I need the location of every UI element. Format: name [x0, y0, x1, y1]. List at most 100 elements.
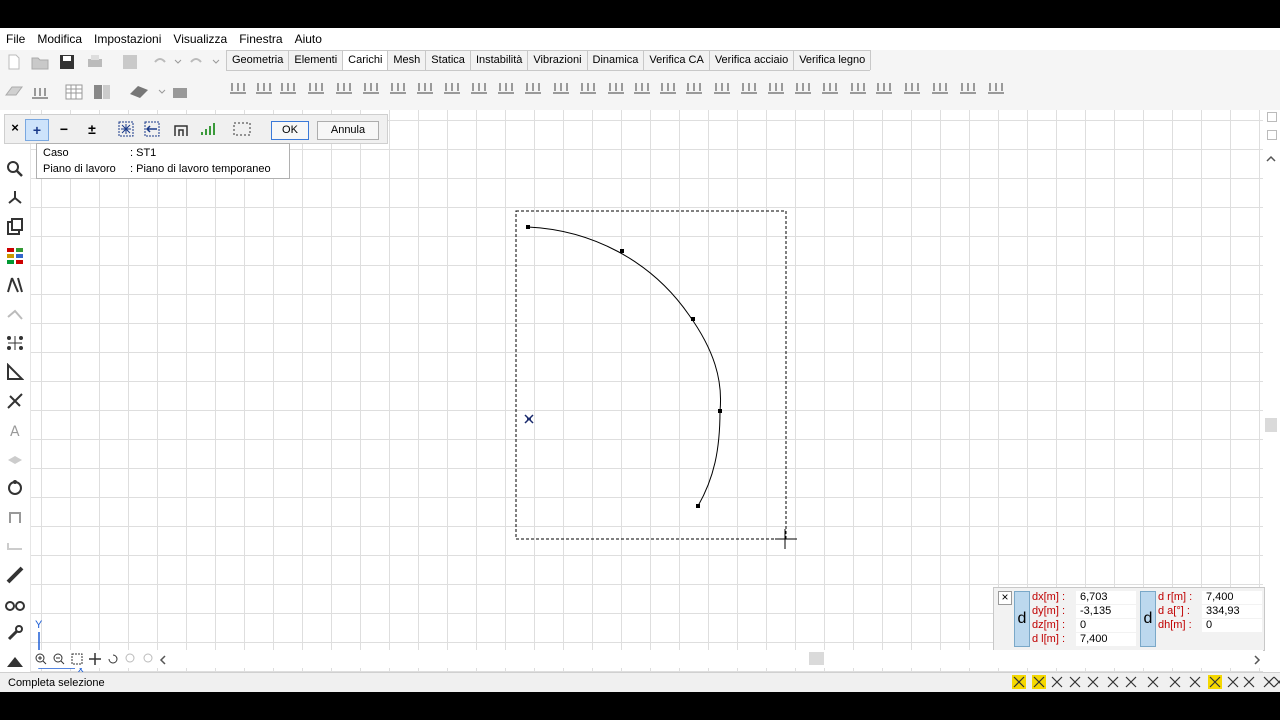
hscroll-thumb[interactable] — [809, 652, 824, 665]
arc-curve[interactable] — [527, 226, 722, 507]
remove-mode-button[interactable]: − — [53, 119, 75, 139]
menu-impostazioni[interactable]: Impostazioni — [88, 28, 167, 50]
measure-icon[interactable] — [4, 361, 26, 383]
snap-intersection-icon[interactable] — [1012, 675, 1026, 689]
load-wall-icon[interactable] — [712, 78, 732, 98]
snap-box-icon[interactable] — [1086, 675, 1100, 689]
arc-node[interactable] — [691, 317, 695, 321]
snap-table-icon[interactable] — [1050, 675, 1064, 689]
copy-icon[interactable] — [4, 216, 26, 238]
load-wave-icon[interactable] — [551, 78, 571, 98]
readout-close-icon[interactable]: × — [998, 591, 1012, 605]
load-line-icon[interactable] — [228, 78, 248, 98]
menu-modifica[interactable]: Modifica — [31, 28, 88, 50]
load-hex-icon[interactable] — [415, 78, 435, 98]
eraser-icon[interactable] — [128, 82, 148, 102]
snap-end-icon[interactable] — [1146, 675, 1160, 689]
delta-button[interactable]: d — [1014, 591, 1030, 647]
zoom-forward-icon[interactable] — [143, 653, 155, 668]
text-icon[interactable]: A — [4, 419, 26, 441]
save-icon[interactable] — [57, 52, 77, 72]
axes-icon[interactable] — [4, 187, 26, 209]
load-step-icon[interactable] — [578, 78, 598, 98]
tab-dinamica[interactable]: Dinamica — [586, 50, 645, 70]
undo-icon[interactable] — [150, 52, 170, 72]
snap-grid-icon[interactable] — [1032, 675, 1046, 689]
load-plane-icon[interactable] — [361, 78, 381, 98]
roof-icon[interactable] — [4, 651, 26, 673]
dx-value[interactable]: 6,703 — [1076, 591, 1136, 604]
dy-value[interactable]: -3,135 — [1076, 605, 1136, 618]
load-thermal-icon[interactable] — [848, 78, 868, 98]
cube-icon[interactable] — [120, 52, 140, 72]
cancel-button[interactable]: Annula — [317, 121, 379, 140]
toggle-mode-button[interactable]: ± — [81, 119, 103, 139]
load-truck-icon[interactable] — [766, 78, 786, 98]
gravity-icon[interactable] — [606, 78, 626, 98]
ok-button[interactable]: OK — [271, 121, 309, 140]
load-col-icon[interactable] — [684, 78, 704, 98]
trim-icon[interactable] — [4, 390, 26, 412]
support-icon[interactable] — [30, 82, 50, 102]
snap-down-icon[interactable] — [1208, 675, 1222, 689]
dr-value[interactable]: 7,400 — [1202, 591, 1262, 604]
colors-icon[interactable] — [4, 245, 26, 267]
close-icon[interactable]: × — [7, 117, 23, 137]
chevron-down-icon[interactable] — [168, 52, 188, 72]
snap-grid2-icon[interactable] — [1188, 675, 1202, 689]
dh-value[interactable]: 0 — [1202, 619, 1262, 632]
tab-verifica-acciaio[interactable]: Verifica acciaio — [708, 50, 795, 70]
menu-finestra[interactable]: Finestra — [233, 28, 288, 50]
load-area-icon[interactable] — [334, 78, 354, 98]
zoom-previous-icon[interactable] — [107, 653, 119, 668]
snap-ortho-icon[interactable] — [1226, 675, 1240, 689]
rotate-icon[interactable] — [4, 477, 26, 499]
glasses-icon[interactable] — [4, 593, 26, 615]
zoom-extents-icon[interactable] — [71, 653, 83, 668]
dz-value[interactable]: 0 — [1076, 619, 1136, 632]
menu-visualizza[interactable]: Visualizza — [167, 28, 233, 50]
load-grid-icon[interactable] — [902, 78, 922, 98]
dimension-icon[interactable] — [4, 274, 26, 296]
load-span-icon[interactable] — [632, 78, 652, 98]
select-back-icon[interactable] — [141, 119, 163, 139]
layers-icon[interactable] — [4, 448, 26, 470]
frame-icon[interactable] — [4, 506, 26, 528]
chevron-down-icon[interactable] — [206, 52, 226, 72]
scroll-up-icon[interactable] — [1266, 152, 1276, 166]
render-icon[interactable] — [170, 82, 190, 102]
print-icon[interactable] — [85, 52, 105, 72]
tab-instabilita[interactable]: Instabilità — [469, 50, 529, 70]
nodes-icon[interactable] — [4, 332, 26, 354]
load-distributed-icon[interactable] — [254, 78, 274, 98]
redo-icon[interactable] — [186, 52, 206, 72]
tab-verifica-ca[interactable]: Verifica CA — [643, 50, 710, 70]
tab-carichi[interactable]: Carichi — [342, 50, 389, 70]
load-cross-icon[interactable] — [523, 78, 543, 98]
load-vehicle-icon[interactable] — [793, 78, 813, 98]
add-mode-button[interactable]: + — [25, 119, 49, 141]
minimize-icon[interactable] — [1267, 130, 1277, 140]
arc-node[interactable] — [718, 409, 722, 413]
snap-rotate-icon[interactable] — [1242, 675, 1256, 689]
arc-node[interactable] — [620, 249, 624, 253]
scroll-right-icon[interactable] — [1253, 654, 1261, 668]
line-icon[interactable] — [4, 303, 26, 325]
load-block-icon[interactable] — [469, 78, 489, 98]
zoom-back-icon[interactable] — [125, 653, 137, 668]
beam-icon[interactable] — [4, 535, 26, 557]
load-surface-icon[interactable] — [442, 78, 462, 98]
horizontal-scrollbar[interactable] — [31, 650, 1263, 668]
arc-node[interactable] — [696, 504, 700, 508]
snap-node-icon[interactable] — [1124, 675, 1138, 689]
tab-geometria[interactable]: Geometria — [226, 50, 290, 70]
open-folder-icon[interactable] — [30, 52, 50, 72]
delta-polar-button[interactable]: d — [1140, 591, 1156, 647]
load-spring-icon[interactable] — [739, 78, 759, 98]
tab-verifica-legno[interactable]: Verifica legno — [793, 50, 872, 70]
load-tank-icon[interactable] — [958, 78, 978, 98]
dl-value[interactable]: 7,400 — [1076, 633, 1136, 646]
snap-stack-icon[interactable] — [1068, 675, 1082, 689]
load-slab-icon[interactable] — [388, 78, 408, 98]
snap-angle-icon[interactable] — [1272, 675, 1280, 689]
